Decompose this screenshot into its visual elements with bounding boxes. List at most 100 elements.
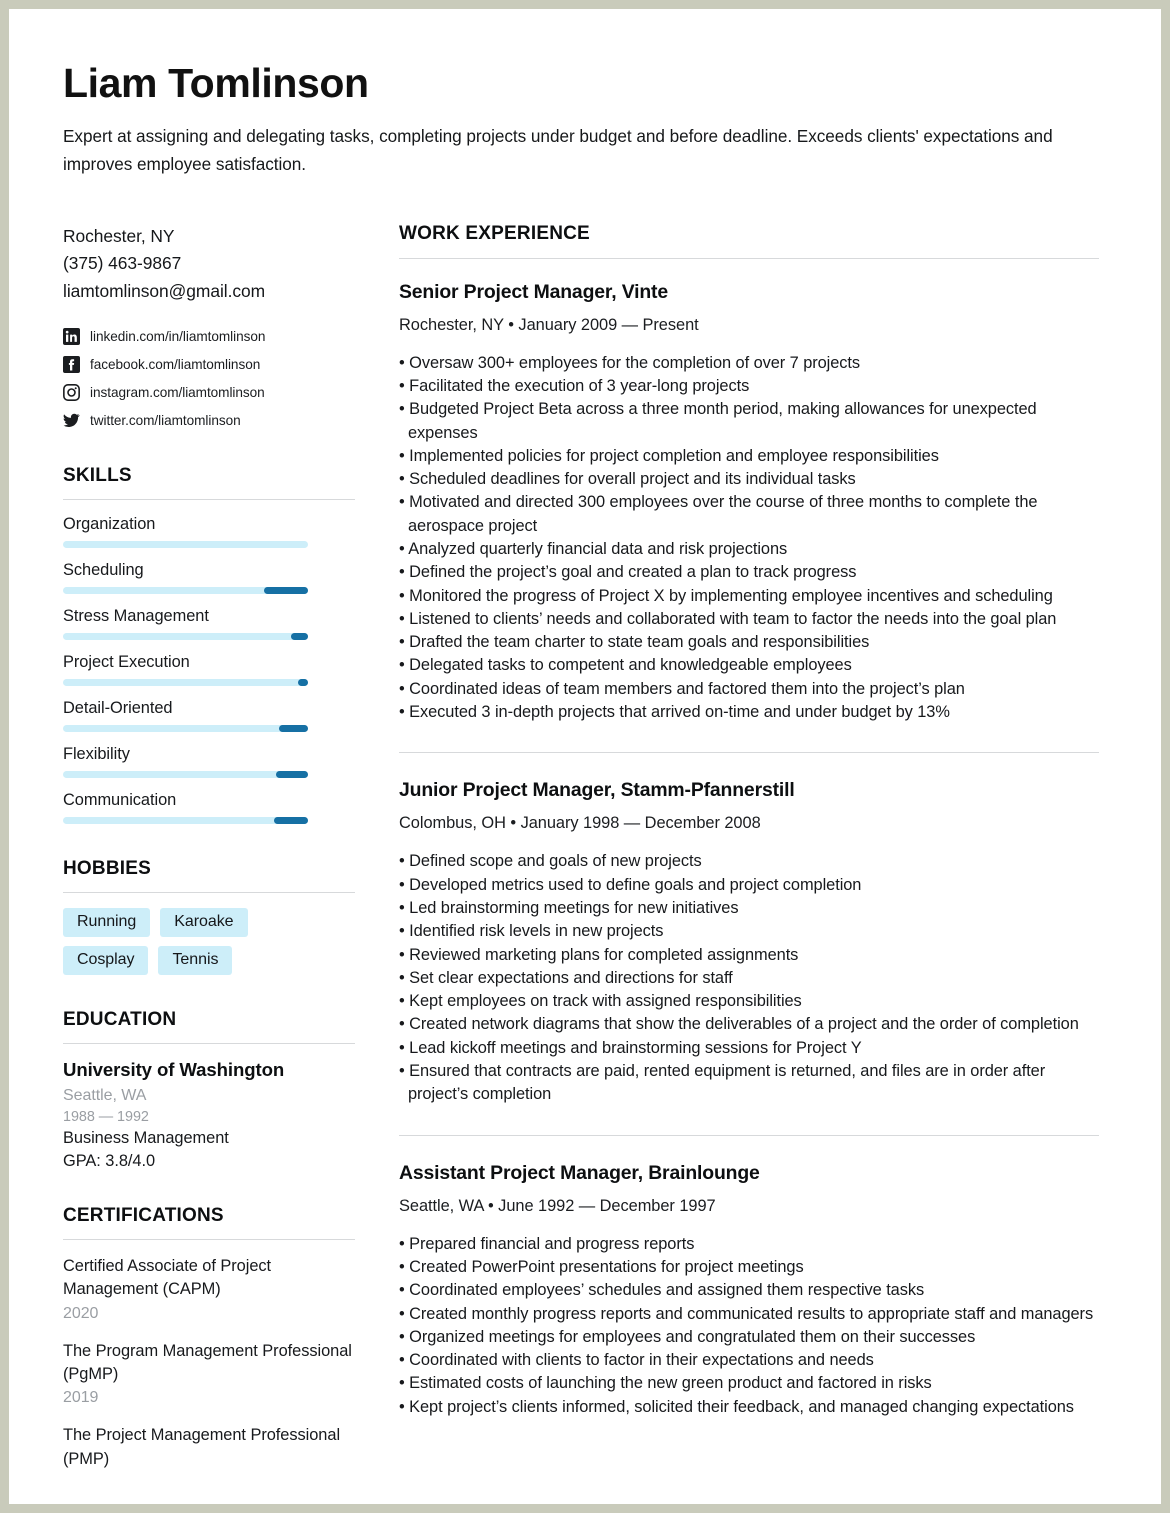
skill-item: Detail-Oriented xyxy=(63,699,355,733)
skill-progress-fill xyxy=(273,817,308,825)
job-bullet: • Oversaw 300+ employees for the complet… xyxy=(399,353,861,372)
job-bullet: • Developed metrics used to define goals… xyxy=(399,875,862,894)
main-column: WORK EXPERIENCE Senior Project Manager, … xyxy=(399,223,1099,1488)
resume-body: Rochester, NY (375) 463-9867 liamtomlins… xyxy=(63,223,1099,1488)
skill-progress-fill xyxy=(290,633,308,641)
social-link-label: instagram.com/liamtomlinson xyxy=(90,385,265,401)
contact-phone[interactable]: (375) 463-9867 xyxy=(63,250,355,278)
certification-year: 2020 xyxy=(63,1304,99,1322)
job-meta: Rochester, NY • January 2009 — Present xyxy=(399,315,699,334)
professional-summary: Expert at assigning and delegating tasks… xyxy=(63,125,1053,174)
skill-item: Organization xyxy=(63,515,355,549)
certification-name: The Program Management Professional (PgM… xyxy=(63,1341,352,1384)
job-bullet: • Lead kickoff meetings and brainstormin… xyxy=(399,1038,862,1057)
skill-item: Project Execution xyxy=(63,653,355,687)
skill-progress-track xyxy=(63,587,308,595)
hobbies-section: HOBBIES Running Karoake Cosplay Tennis xyxy=(63,858,355,976)
job-bullet: • Facilitated the execution of 3 year-lo… xyxy=(399,376,750,395)
instagram-icon xyxy=(63,384,80,402)
social-link-linkedin[interactable]: linkedin.com/in/liamtomlinson xyxy=(63,326,355,347)
divider xyxy=(399,752,1099,754)
education-location: Seattle, WA xyxy=(63,1087,147,1105)
job-bullet: • Coordinated with clients to factor in … xyxy=(399,1351,874,1370)
divider xyxy=(63,1239,355,1241)
skill-progress-fill xyxy=(298,679,308,687)
social-link-instagram[interactable]: instagram.com/liamtomlinson xyxy=(63,382,355,403)
job-bullet: • Implemented policies for project compl… xyxy=(399,446,939,465)
work-experience-heading: WORK EXPERIENCE xyxy=(399,222,590,244)
job-bullet: • Set clear expectations and directions … xyxy=(399,968,733,987)
skill-label: Stress Management xyxy=(63,607,209,626)
job-bullet: • Motivated and directed 300 employees o… xyxy=(399,493,1038,535)
job-bullet: • Coordinated ideas of team members and … xyxy=(399,679,965,698)
job-meta: Colombus, OH • January 1998 — December 2… xyxy=(399,814,761,833)
skills-section: SKILLS Organization Scheduling Stress Mana… xyxy=(63,465,355,825)
job-bullet: • Executed 3 in-depth projects that arri… xyxy=(399,703,950,722)
job-bullet: • Monitored the progress of Project X by… xyxy=(399,586,1053,605)
job-bullet: • Delegated tasks to competent and knowl… xyxy=(399,656,852,675)
skill-item: Flexibility xyxy=(63,745,355,779)
certification-item: The Program Management Professional (PgM… xyxy=(63,1340,355,1408)
social-link-label: twitter.com/liamtomlinson xyxy=(90,413,241,429)
certification-item: The Project Management Professional (PMP… xyxy=(63,1424,355,1471)
job-title: Senior Project Manager, Vinte xyxy=(399,280,669,303)
job-bullet: • Created network diagrams that show the… xyxy=(399,1015,1079,1034)
skill-label: Organization xyxy=(63,515,156,534)
column-gap xyxy=(355,223,399,1488)
job-bullet: • Kept project’s clients informed, solic… xyxy=(399,1397,1074,1416)
job-bullet: • Coordinated employees’ schedules and a… xyxy=(399,1281,925,1300)
education-section: EDUCATION University of Washington Seatt… xyxy=(63,1009,355,1171)
social-link-label: facebook.com/liamtomlinson xyxy=(90,357,261,373)
job-bullet: • Led brainstorming meetings for new ini… xyxy=(399,898,739,917)
social-link-facebook[interactable]: facebook.com/liamtomlinson xyxy=(63,354,355,375)
resume-sheet: Liam Tomlinson Expert at assigning and d… xyxy=(9,9,1161,1504)
skill-progress-fill xyxy=(276,771,308,779)
job-bullet: • Created monthly progress reports and c… xyxy=(399,1304,1094,1323)
job-bullet: • Estimated costs of launching the new g… xyxy=(399,1374,932,1393)
hobby-tag: Karoake xyxy=(160,908,248,938)
hobbies-list: Running Karoake Cosplay Tennis xyxy=(63,908,313,976)
skill-item: Scheduling xyxy=(63,561,355,595)
work-experience-list: Senior Project Manager, Vinte Rochester, … xyxy=(399,281,1099,1419)
skills-heading: SKILLS xyxy=(63,465,132,487)
education-heading: EDUCATION xyxy=(63,1009,177,1031)
resume-header: Liam Tomlinson Expert at assigning and d… xyxy=(63,60,1099,179)
job-entry: Junior Project Manager, Stamm-Pfannersti… xyxy=(399,779,1099,1106)
job-bullet: • Listened to clients’ needs and collabo… xyxy=(399,609,1057,628)
job-title: Junior Project Manager, Stamm-Pfannersti… xyxy=(399,779,795,802)
job-bullet: • Organized meetings for employees and c… xyxy=(399,1327,976,1346)
contact-location: Rochester, NY xyxy=(63,225,175,246)
skill-label: Project Execution xyxy=(63,653,190,672)
skill-label: Detail-Oriented xyxy=(63,699,173,718)
certifications-heading: CERTIFICATIONS xyxy=(63,1205,224,1227)
skills-list: Organization Scheduling Stress Management P… xyxy=(63,515,355,825)
job-bullet: • Created PowerPoint presentations for p… xyxy=(399,1257,804,1276)
contact-block: Rochester, NY (375) 463-9867 liamtomlins… xyxy=(63,223,355,432)
job-bullet-list: • Prepared financial and progress report… xyxy=(399,1233,1099,1419)
job-entry: Assistant Project Manager, Brainlounge Se… xyxy=(399,1162,1099,1419)
job-bullet: • Kept employees on track with assigned … xyxy=(399,992,802,1011)
education-major: Business Management xyxy=(63,1129,229,1148)
linkedin-icon xyxy=(63,328,80,346)
skill-item: Stress Management xyxy=(63,607,355,641)
job-bullet: • Reviewed marketing plans for completed… xyxy=(399,945,799,964)
job-bullet: • Defined scope and goals of new project… xyxy=(399,852,702,871)
job-bullet-list: • Defined scope and goals of new project… xyxy=(399,850,1099,1106)
skill-item: Communication xyxy=(63,791,355,825)
job-bullet: • Ensured that contracts are paid, rente… xyxy=(399,1062,1046,1104)
skill-label: Scheduling xyxy=(63,561,144,580)
job-bullet: • Drafted the team charter to state team… xyxy=(399,633,870,652)
job-title: Assistant Project Manager, Brainlounge xyxy=(399,1161,760,1184)
contact-email[interactable]: liamtomlinson@gmail.com xyxy=(63,278,355,306)
social-link-twitter[interactable]: twitter.com/liamtomlinson xyxy=(63,410,355,431)
skill-progress-track xyxy=(63,679,308,687)
skill-label: Flexibility xyxy=(63,745,130,764)
job-bullet-list: • Oversaw 300+ employees for the complet… xyxy=(399,352,1099,725)
certifications-list: Certified Associate of Project Managemen… xyxy=(63,1255,355,1471)
divider xyxy=(399,1134,1099,1136)
divider xyxy=(399,257,1099,259)
skill-progress-track xyxy=(63,633,308,641)
hobby-tag: Tennis xyxy=(158,946,233,976)
job-meta: Seattle, WA • June 1992 — December 1997 xyxy=(399,1196,716,1215)
job-bullet: • Budgeted Project Beta across a three m… xyxy=(399,400,1037,442)
